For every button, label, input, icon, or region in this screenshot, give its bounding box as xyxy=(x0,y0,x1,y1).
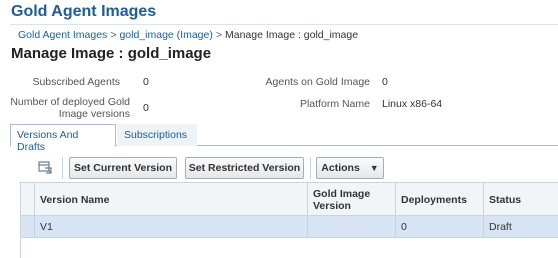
breadcrumb-separator: > xyxy=(110,29,117,41)
table-row[interactable]: V1 0 Draft xyxy=(20,216,558,238)
platform-name-value: Linux x86-64 xyxy=(382,98,443,110)
cell-gold-image-version xyxy=(307,216,396,237)
actions-menu-button[interactable]: Actions ▼ xyxy=(316,157,384,179)
agents-on-gold-image-value: 0 xyxy=(382,76,388,88)
column-header-gold-image-version[interactable]: Gold Image Version xyxy=(307,183,396,216)
breadcrumb: Gold Agent Images > gold_image (Image) > Man… xyxy=(18,29,358,41)
table-left-border xyxy=(20,182,21,258)
column-header-deployments[interactable]: Deployments xyxy=(395,183,484,216)
table-toolbar: Set Current Version Set Restricted Versi… xyxy=(20,155,558,182)
app-title: Gold Agent Images xyxy=(11,3,157,20)
properties-panel: Subscribed Agents 0 Agents on Gold Image… xyxy=(0,72,558,122)
actions-label: Actions xyxy=(321,162,360,174)
toolbar-separator xyxy=(310,157,311,179)
toolbar-separator xyxy=(62,157,63,179)
table-header: Version Name Gold Image Version Deployme… xyxy=(20,182,558,216)
tab-bar: Versions And Drafts Subscriptions xyxy=(10,124,558,153)
platform-name-label: Platform Name xyxy=(299,98,370,110)
breadcrumb-link-gold-image[interactable]: gold_image (Image) xyxy=(119,29,212,41)
subscribed-agents-value: 0 xyxy=(143,76,149,88)
tab-versions-and-drafts[interactable]: Versions And Drafts xyxy=(10,124,116,153)
set-current-version-button[interactable]: Set Current Version xyxy=(69,157,177,179)
title-divider xyxy=(10,24,558,25)
set-restricted-version-button[interactable]: Set Restricted Version xyxy=(185,157,304,179)
column-header-version-name[interactable]: Version Name xyxy=(34,183,308,216)
cell-deployments: 0 xyxy=(395,216,484,237)
cell-status: Draft xyxy=(483,216,558,237)
detach-icon[interactable] xyxy=(38,160,52,174)
column-header-status[interactable]: Status xyxy=(483,183,558,216)
breadcrumb-current: Manage Image : gold_image xyxy=(224,29,359,41)
tab-subscriptions[interactable]: Subscriptions xyxy=(117,124,197,146)
subscribed-agents-label: Subscribed Agents xyxy=(32,76,120,88)
chevron-down-icon: ▼ xyxy=(369,163,379,173)
breadcrumb-link-gold-agent-images[interactable]: Gold Agent Images xyxy=(18,29,107,41)
cell-version-name: V1 xyxy=(34,216,308,237)
breadcrumb-separator: > xyxy=(215,29,222,41)
deployed-versions-label-line1: Number of deployed Gold xyxy=(10,96,130,108)
versions-table: Version Name Gold Image Version Deployme… xyxy=(20,182,558,258)
deployed-versions-label-line2: Image versions xyxy=(58,108,130,120)
page-title: Manage Image : gold_image xyxy=(11,45,212,62)
deployed-versions-value: 0 xyxy=(143,102,149,114)
deployed-versions-label: Number of deployed Gold Image versions xyxy=(10,96,130,120)
row-selector[interactable] xyxy=(20,216,35,237)
agents-on-gold-image-label: Agents on Gold Image xyxy=(265,76,370,88)
